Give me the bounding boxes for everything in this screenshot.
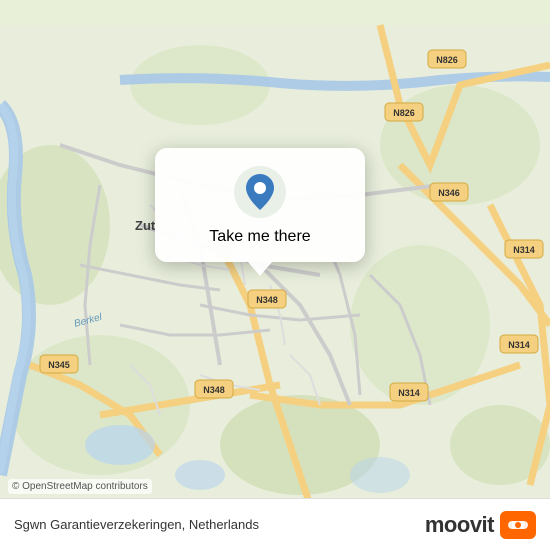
map-container: N826 N826 N346 N314 N314 N314 N348 N348 …	[0, 0, 550, 550]
attribution-text: © OpenStreetMap contributors	[12, 481, 148, 492]
svg-text:N826: N826	[393, 108, 415, 118]
map-background: N826 N826 N346 N314 N314 N314 N348 N348 …	[0, 0, 550, 550]
svg-text:N314: N314	[398, 388, 420, 398]
take-me-there-label: Take me there	[209, 228, 310, 246]
moovit-logo-icon	[506, 516, 530, 534]
moovit-logo: moovit	[425, 511, 536, 539]
svg-text:N346: N346	[438, 188, 460, 198]
moovit-brand-text: moovit	[425, 512, 494, 538]
svg-text:N345: N345	[48, 360, 70, 370]
bottom-bar: Sgwn Garantieverzekeringen, Netherlands …	[0, 498, 550, 550]
location-label: Sgwn Garantieverzekeringen, Netherlands	[14, 517, 259, 532]
osm-attribution: © OpenStreetMap contributors	[8, 479, 152, 494]
moovit-icon	[500, 511, 536, 539]
svg-text:N826: N826	[436, 55, 458, 65]
map-pin-icon	[234, 166, 286, 218]
svg-text:Zut: Zut	[135, 218, 156, 233]
svg-text:N314: N314	[508, 340, 530, 350]
location-tooltip[interactable]: Take me there	[155, 148, 365, 262]
svg-text:N314: N314	[513, 245, 535, 255]
svg-text:N348: N348	[256, 295, 278, 305]
svg-text:N348: N348	[203, 385, 225, 395]
